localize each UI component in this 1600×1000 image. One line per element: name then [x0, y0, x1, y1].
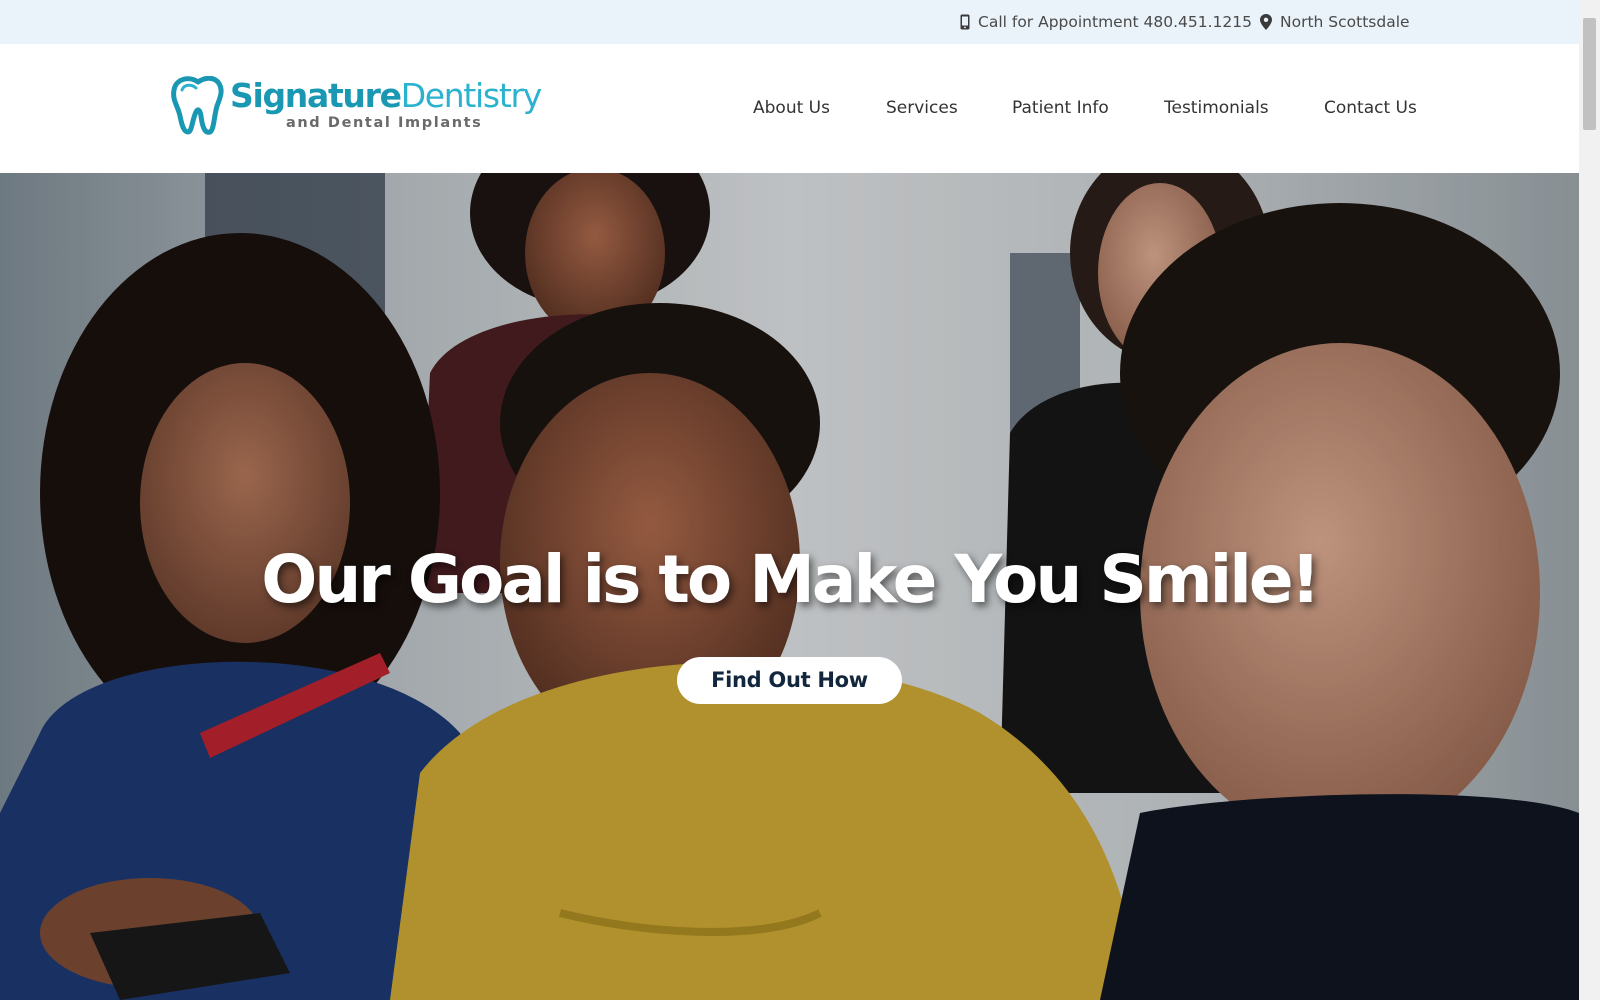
scrollbar-thumb[interactable] — [1583, 18, 1596, 130]
phone-text[interactable]: Call for Appointment 480.451.1215 — [978, 13, 1252, 31]
location-contact[interactable]: North Scottsdale — [1260, 0, 1410, 44]
mobile-phone-icon — [960, 14, 970, 30]
top-contact-bar: Call for Appointment 480.451.1215 North … — [0, 0, 1579, 44]
page-scrollbar[interactable] — [1579, 0, 1600, 1000]
nav-about-us[interactable]: About Us — [753, 44, 830, 173]
hero-title: Our Goal is to Make You Smile! — [261, 541, 1321, 618]
nav-patient-info[interactable]: Patient Info — [1012, 44, 1109, 173]
nav-testimonials[interactable]: Testimonials — [1164, 44, 1269, 173]
hero-banner: Our Goal is to Make You Smile! Find Out … — [0, 173, 1579, 1000]
phone-contact[interactable]: Call for Appointment 480.451.1215 — [960, 0, 1252, 44]
nav-contact-us[interactable]: Contact Us — [1324, 44, 1417, 173]
map-marker-icon — [1260, 14, 1272, 30]
nav-services[interactable]: Services — [886, 44, 958, 173]
main-navigation: About Us Services Patient Info Testimoni… — [0, 44, 1579, 173]
location-text[interactable]: North Scottsdale — [1280, 13, 1410, 31]
find-out-how-button[interactable]: Find Out How — [677, 657, 902, 704]
